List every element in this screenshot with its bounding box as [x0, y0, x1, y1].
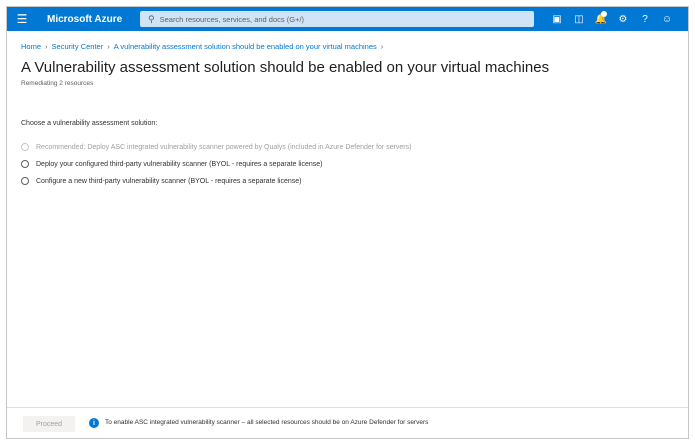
help-icon[interactable]: ?: [634, 7, 656, 31]
search-icon: ⚲: [148, 13, 155, 24]
page-title: A Vulnerability assessment solution shou…: [21, 59, 550, 76]
option-label: Recommended: Deploy ASC integrated vulne…: [36, 143, 412, 151]
search-input[interactable]: ⚲ Search resources, services, and docs (…: [140, 11, 534, 27]
menu-icon[interactable]: ☰: [7, 7, 37, 31]
option-configured-third-party[interactable]: Deploy your configured third-party vulne…: [21, 160, 323, 168]
breadcrumb-recommendation[interactable]: A vulnerability assessment solution shou…: [114, 42, 377, 51]
option-asc-integrated-scanner: Recommended: Deploy ASC integrated vulne…: [21, 143, 411, 151]
directory-filter-icon[interactable]: ◫: [568, 7, 590, 31]
info-icon: i: [89, 418, 99, 428]
feedback-icon[interactable]: ☺: [656, 7, 678, 31]
top-bar: ☰ Microsoft Azure ⚲ Search resources, se…: [7, 7, 688, 31]
radio-button[interactable]: [21, 160, 29, 168]
notifications-icon[interactable]: 🔔: [590, 7, 612, 31]
page-subtitle: Remediating 2 resources: [21, 80, 94, 87]
chevron-right-icon: ›: [107, 42, 110, 51]
chevron-right-icon: ›: [380, 42, 384, 51]
breadcrumb-security-center[interactable]: Security Center: [52, 42, 104, 51]
radio-button[interactable]: [21, 177, 29, 185]
app-brand[interactable]: Microsoft Azure: [47, 14, 143, 25]
radio-button: [21, 143, 29, 151]
option-new-third-party[interactable]: Configure a new third-party vulnerabilit…: [21, 177, 301, 185]
search-placeholder: Search resources, services, and docs (G+…: [159, 14, 305, 24]
topbar-icons: ▣ ◫ 🔔 ⚙ ? ☺: [546, 7, 678, 31]
solution-prompt: Choose a vulnerability assessment soluti…: [21, 120, 158, 127]
option-label: Configure a new third-party vulnerabilit…: [36, 177, 302, 185]
info-message: To enable ASC integrated vulnerability s…: [105, 419, 429, 426]
option-label: Deploy your configured third-party vulne…: [36, 160, 323, 168]
settings-icon[interactable]: ⚙: [612, 7, 634, 31]
breadcrumb: Home › Security Center › A vulnerability…: [21, 42, 387, 51]
azure-portal-window: ☰ Microsoft Azure ⚲ Search resources, se…: [6, 6, 689, 439]
cloud-shell-icon[interactable]: ▣: [546, 7, 568, 31]
notification-badge: [601, 11, 607, 17]
footer-bar: Proceed i To enable ASC integrated vulne…: [7, 407, 688, 438]
chevron-right-icon: ›: [45, 42, 48, 51]
proceed-button[interactable]: Proceed: [23, 416, 75, 432]
breadcrumb-home[interactable]: Home: [21, 42, 41, 51]
